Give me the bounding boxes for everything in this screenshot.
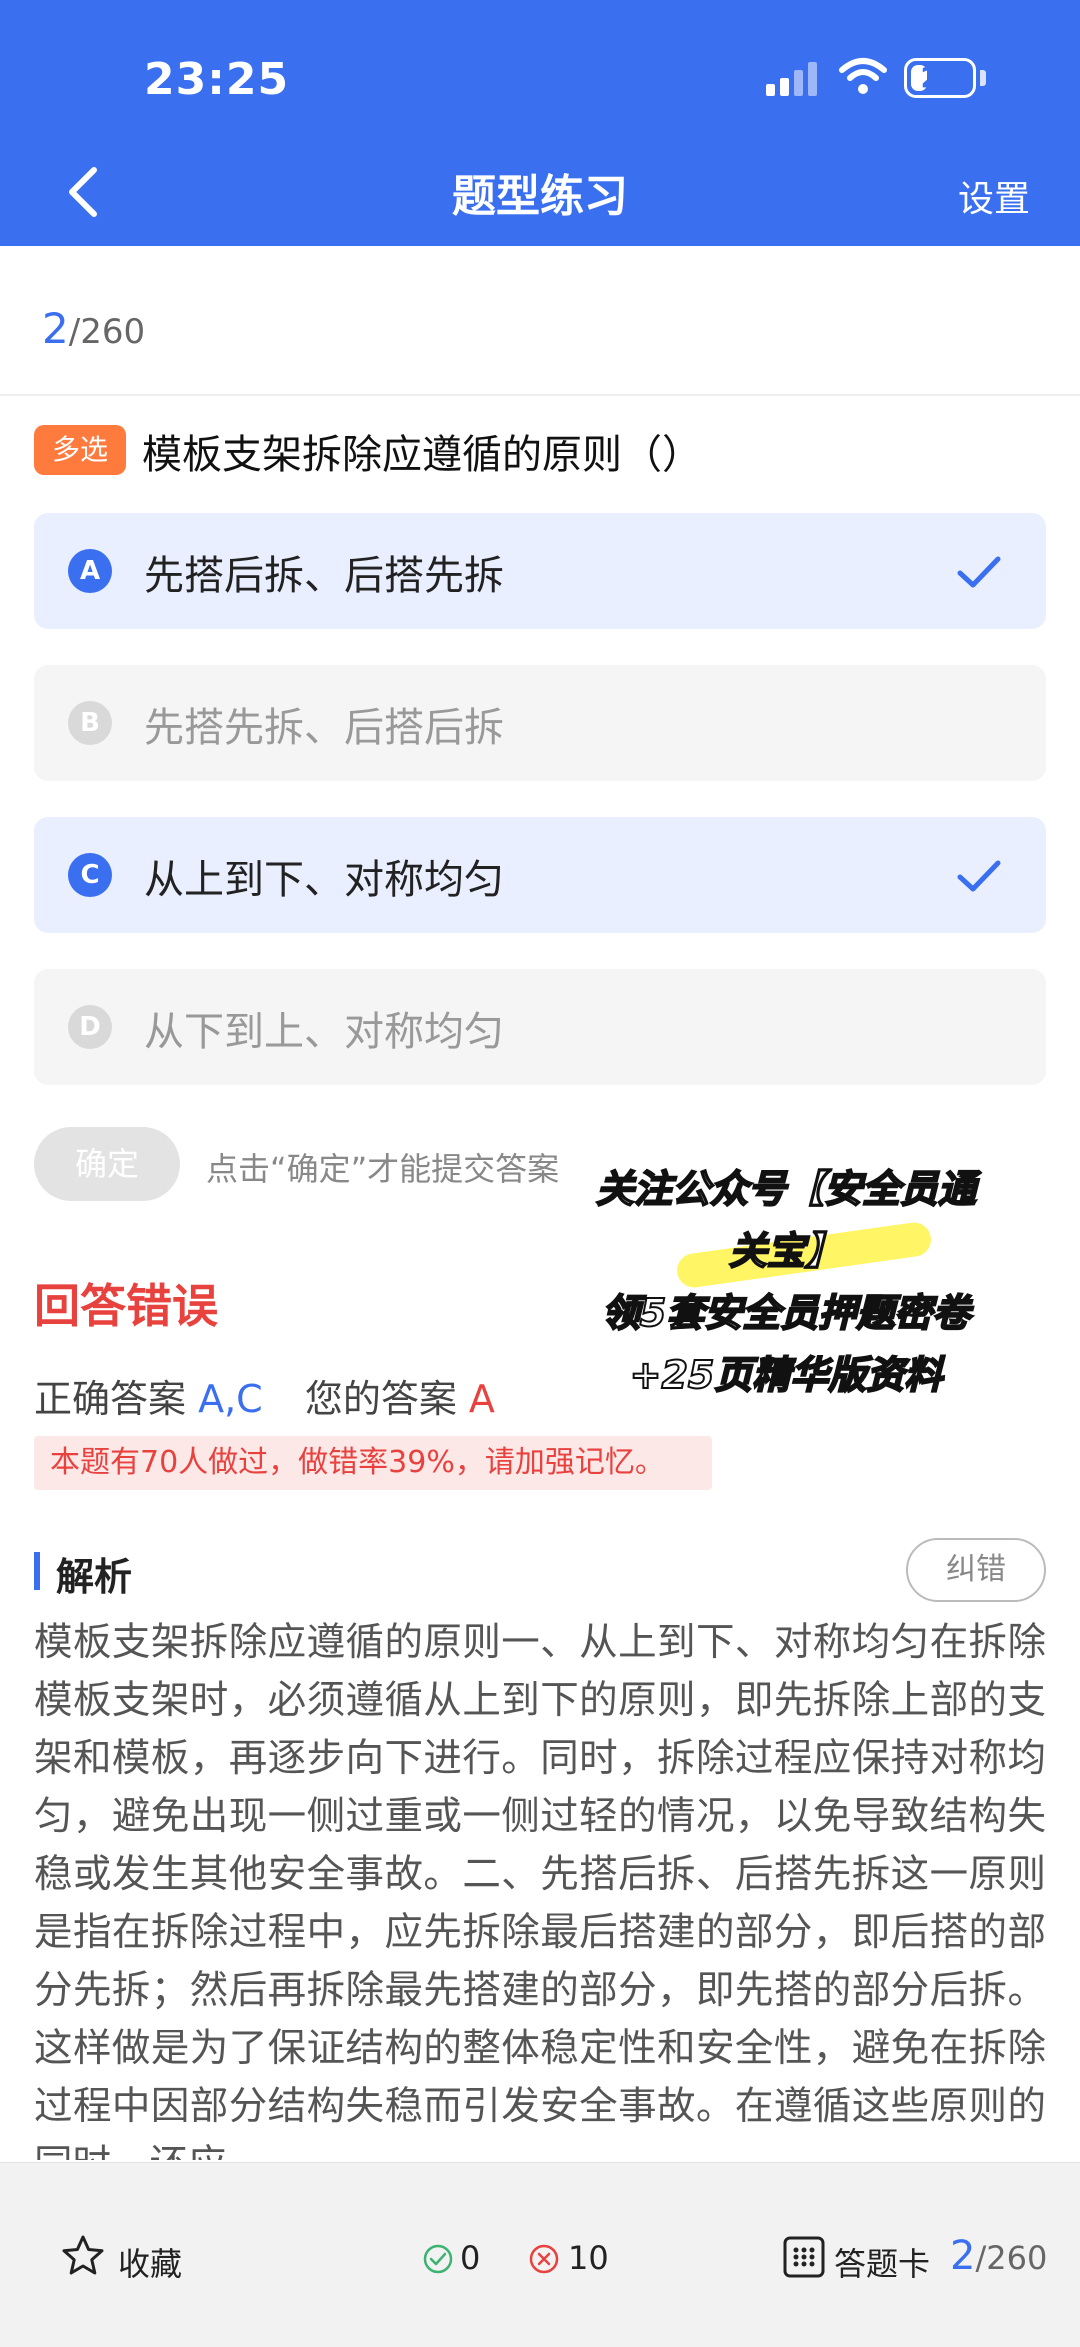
correct-count-icon [423, 2244, 453, 2274]
analysis-accent-bar [34, 1552, 40, 1590]
correct-answer-value: A,C [198, 1377, 263, 1421]
answer-card-button[interactable]: 答题卡 [834, 2239, 930, 2285]
settings-button[interactable]: 设置 [958, 170, 1030, 222]
option-a[interactable]: A 先搭后拆、后搭先拆 [34, 513, 1046, 629]
wifi-icon [839, 58, 887, 94]
signal-icon [766, 62, 818, 96]
check-icon [957, 556, 1001, 588]
option-letter: D [68, 1005, 112, 1049]
wrong-count-icon [529, 2244, 559, 2274]
answer-card-icon[interactable] [782, 2235, 826, 2279]
wrong-count: 10 [568, 2239, 609, 2277]
answer-summary: 正确答案 A,C 您的答案 A [34, 1368, 495, 1423]
progress-total: /260 [68, 312, 146, 352]
check-icon [957, 860, 1001, 892]
error-rate-note: 本题有70人做过，做错率39%，请加强记忆。 [34, 1436, 712, 1490]
watermark-overlay: 关注公众号【安全员通 关宝】 领5套安全员押题密卷 +25页精华版资料 [556, 1158, 1016, 1406]
watermark-line: +25页精华版资料 [629, 1352, 944, 1398]
watermark-line: 领5套安全员押题密卷 [601, 1290, 971, 1336]
bottom-progress-total: /260 [975, 2239, 1048, 2277]
watermark-line: 关注公众号【安全员通 [595, 1166, 977, 1212]
option-d[interactable]: D 从下到上、对称均匀 [34, 969, 1046, 1085]
option-letter: A [68, 549, 112, 593]
analysis-title: 解析 [56, 1555, 133, 1599]
bottom-toolbar: 收藏 0 10 答题卡 2/260 [0, 2162, 1080, 2347]
your-answer-value: A [468, 1377, 495, 1421]
status-time: 23:25 [144, 54, 290, 105]
option-c[interactable]: C 从上到下、对称均匀 [34, 817, 1046, 933]
progress-current: 2 [42, 304, 69, 353]
report-error-button[interactable]: 纠错 [906, 1538, 1046, 1602]
option-letter: B [68, 701, 112, 745]
confirm-button[interactable]: 确定 [34, 1127, 180, 1201]
question-type-badge: 多选 [34, 425, 126, 475]
your-answer-label: 您的答案 [304, 1377, 457, 1421]
battery-icon: 27 [904, 58, 976, 98]
battery-text: 27 [920, 61, 960, 94]
bottom-progress-current: 2 [950, 2233, 976, 2279]
confirm-hint: 点击“确定”才能提交答案 [206, 1150, 560, 1188]
star-icon[interactable] [60, 2233, 106, 2279]
question-progress: 2/260 [42, 304, 145, 353]
correct-answer-label: 正确答案 [34, 1377, 187, 1421]
page-title: 题型练习 [452, 171, 628, 222]
option-letter: C [68, 853, 112, 897]
option-text: 从下到上、对称均匀 [144, 1009, 504, 1055]
analysis-text: 模板支架拆除应遵循的原则一、从上到下、对称均匀在拆除模板支架时，必须遵循从上到下… [34, 1620, 1046, 2160]
correct-count: 0 [460, 2239, 481, 2277]
option-b[interactable]: B 先搭先拆、后搭后拆 [34, 665, 1046, 781]
option-text: 先搭后拆、后搭先拆 [144, 553, 504, 599]
battery-tip [980, 70, 986, 86]
favorite-button[interactable]: 收藏 [118, 2239, 182, 2285]
option-text: 先搭先拆、后搭后拆 [144, 705, 504, 751]
question-text: 模板支架拆除应遵循的原则（） [142, 432, 702, 478]
watermark-line: 关宝】 [728, 1228, 844, 1274]
result-title: 回答错误 [34, 1279, 218, 1333]
divider [0, 394, 1080, 396]
app-header: 23:25 27 题型练习 设置 [0, 0, 1080, 246]
bottom-progress: 2/260 [950, 2233, 1047, 2279]
option-text: 从上到下、对称均匀 [144, 857, 504, 903]
